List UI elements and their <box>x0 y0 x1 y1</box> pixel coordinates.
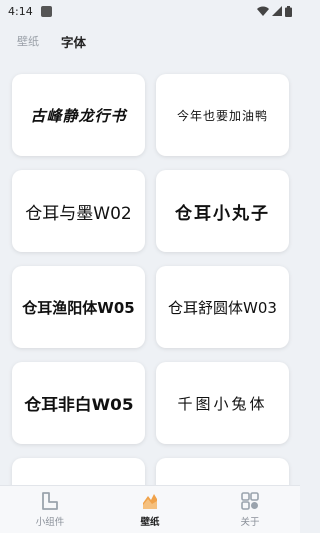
signal-icon <box>272 6 282 16</box>
font-name: 仓耳非白W05 <box>23 395 134 414</box>
font-card[interactable]: 仓耳小丸子 <box>156 170 289 252</box>
font-card[interactable]: 仓耳与墨W02 <box>12 170 145 252</box>
wallpaper-icon <box>143 494 157 509</box>
battery-icon <box>285 5 292 17</box>
status-icons <box>257 5 292 17</box>
nav-label: 关于 <box>240 517 260 528</box>
status-bar: 4:14 <box>0 0 300 22</box>
font-card[interactable]: 仓耳舒圆体W03 <box>156 266 289 348</box>
font-card[interactable]: 仓耳渔阳体W05 <box>12 266 145 348</box>
about-icon <box>241 492 259 510</box>
status-time: 4:14 <box>8 4 33 18</box>
tab-wallpaper[interactable]: 壁纸 <box>17 33 39 49</box>
tab-fonts[interactable]: 字体 <box>61 32 86 51</box>
nav-widgets[interactable]: 小组件 <box>0 486 100 533</box>
font-name: 今年也要加油鸭 <box>176 108 268 123</box>
font-card-partial[interactable] <box>156 458 289 485</box>
font-name: 仓耳舒圆体W03 <box>168 298 277 317</box>
nav-label: 壁纸 <box>140 517 160 528</box>
nav-about[interactable]: 关于 <box>200 486 300 533</box>
font-card-partial[interactable] <box>12 458 145 485</box>
widget-icon <box>42 492 58 510</box>
font-name: 古峰静龙行书 <box>30 106 127 125</box>
bottom-nav: 小组件 壁纸 关于 <box>0 485 300 533</box>
font-name: 千图小兔体 <box>177 394 268 413</box>
wifi-icon <box>257 6 269 16</box>
font-name: 仓耳小丸子 <box>175 203 270 224</box>
font-card[interactable]: 仓耳非白W05 <box>12 362 145 444</box>
notification-icon <box>40 5 52 17</box>
font-card[interactable]: 今年也要加油鸭 <box>156 74 289 156</box>
nav-label: 小组件 <box>35 517 65 528</box>
font-grid[interactable]: 古峰静龙行书 今年也要加油鸭 仓耳与墨W02 仓耳小丸子 仓耳渔阳体W05 仓耳… <box>0 60 300 485</box>
top-tabs: 壁纸 字体 <box>0 22 300 60</box>
font-name: 仓耳与墨W02 <box>25 203 132 224</box>
font-name: 仓耳渔阳体W05 <box>22 298 135 317</box>
font-card[interactable]: 古峰静龙行书 <box>12 74 145 156</box>
nav-wallpaper[interactable]: 壁纸 <box>100 486 200 533</box>
font-card[interactable]: 千图小兔体 <box>156 362 289 444</box>
